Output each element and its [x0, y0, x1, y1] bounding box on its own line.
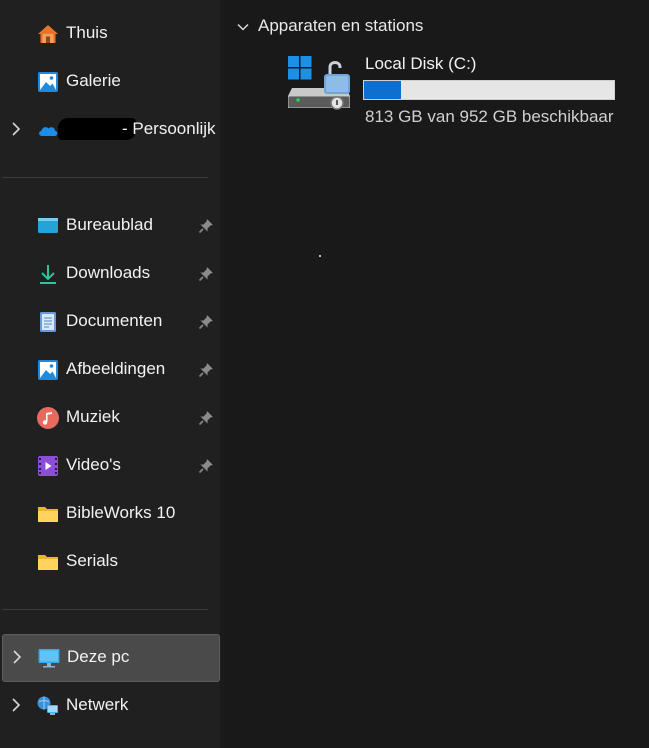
navigation-pane: Thuis Galerie - Persoonlijk Bureaublad D… — [0, 0, 220, 748]
sidebar-item-label: Serials — [66, 551, 118, 570]
sidebar-item-label: BibleWorks 10 — [66, 503, 176, 522]
sidebar-item-bureaublad[interactable]: Bureaublad — [2, 203, 220, 249]
drive-name: Local Disk (C:) — [365, 54, 477, 73]
sidebar-item-videos[interactable]: Video's — [2, 443, 220, 489]
bitlocker-drive-icon — [288, 56, 350, 110]
pictures-icon — [38, 360, 58, 380]
sidebar-item-onedrive[interactable]: - Persoonlijk — [2, 107, 220, 153]
pin-icon[interactable] — [198, 410, 214, 426]
document-icon — [40, 312, 56, 332]
sidebar-item-galerie[interactable]: Galerie — [2, 59, 220, 105]
sidebar-item-documenten[interactable]: Documenten — [2, 299, 220, 345]
drive-usage-bar — [363, 80, 615, 100]
desktop-folder-icon — [38, 218, 58, 233]
download-arrow-icon — [40, 265, 56, 284]
sidebar-divider — [2, 177, 208, 178]
sidebar-item-label: Afbeeldingen — [66, 359, 166, 378]
chevron-right-icon[interactable] — [8, 121, 24, 137]
sidebar-item-label: Downloads — [66, 263, 151, 282]
sidebar-item-deze-pc[interactable]: Deze pc — [2, 634, 220, 682]
sidebar-item-label: Muziek — [66, 407, 120, 426]
sidebar-item-afbeeldingen[interactable]: Afbeeldingen — [2, 347, 220, 393]
sidebar-item-label: Thuis — [66, 23, 108, 42]
gallery-icon — [38, 72, 58, 92]
sidebar-item-bibleworks[interactable]: BibleWorks 10 — [2, 491, 220, 537]
stray-pixel — [319, 255, 321, 257]
pin-icon[interactable] — [198, 266, 214, 282]
music-icon — [37, 407, 59, 429]
home-icon — [38, 25, 58, 43]
sidebar-item-label: Video's — [66, 455, 121, 474]
sidebar-divider — [2, 609, 208, 610]
sidebar-item-label: - Persoonlijk — [122, 119, 216, 138]
sidebar-item-thuis[interactable]: Thuis — [2, 11, 220, 57]
sidebar-item-label: Deze pc — [67, 647, 130, 666]
sidebar-item-label: Bureaublad — [66, 215, 153, 234]
sidebar-item-downloads[interactable]: Downloads — [2, 251, 220, 297]
network-icon — [37, 696, 58, 715]
sidebar-item-serials[interactable]: Serials — [2, 539, 220, 585]
sidebar-item-label: Documenten — [66, 311, 163, 330]
chevron-right-icon[interactable] — [9, 649, 25, 665]
video-icon — [38, 456, 58, 476]
folder-icon — [38, 555, 58, 570]
drive-tile-c[interactable]: Local Disk (C:) 813 GB van 952 GB beschi… — [286, 54, 626, 134]
pin-icon[interactable] — [198, 218, 214, 234]
drive-usage-fill — [364, 81, 401, 99]
sidebar-item-label: Galerie — [66, 71, 121, 90]
chevron-down-icon[interactable] — [236, 20, 250, 34]
pin-icon[interactable] — [198, 458, 214, 474]
drive-free-space: 813 GB van 952 GB beschikbaar — [365, 107, 614, 126]
pin-icon[interactable] — [198, 362, 214, 378]
onedrive-cloud-icon — [39, 127, 58, 136]
pin-icon[interactable] — [198, 314, 214, 330]
chevron-right-icon[interactable] — [8, 697, 24, 713]
this-pc-monitor-icon — [38, 649, 60, 668]
sidebar-item-netwerk[interactable]: Netwerk — [2, 683, 220, 729]
sidebar-item-label: Netwerk — [66, 695, 129, 714]
sidebar-item-muziek[interactable]: Muziek — [2, 395, 220, 441]
folder-icon — [38, 507, 58, 522]
section-title: Apparaten en stations — [258, 16, 424, 35]
content-pane: Apparaten en stations Local Disk (C:) 81… — [224, 0, 649, 748]
